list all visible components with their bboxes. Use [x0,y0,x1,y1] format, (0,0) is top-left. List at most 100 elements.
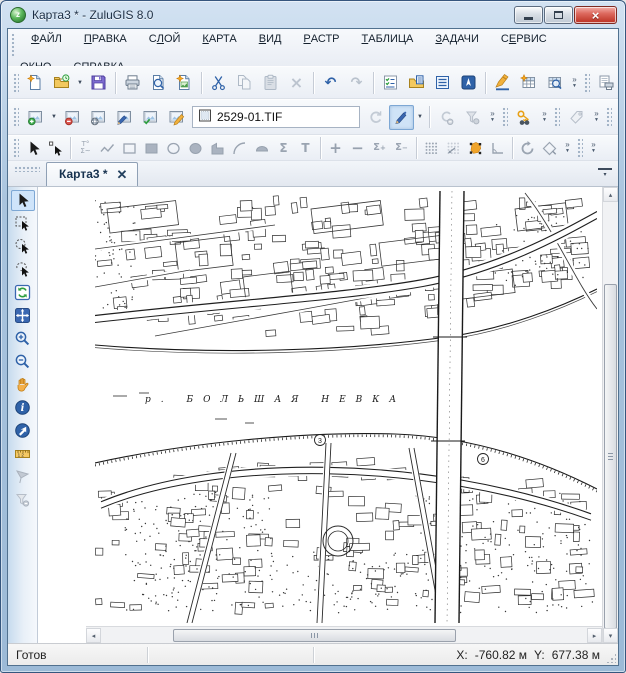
find-key-button[interactable] [512,105,537,130]
toolbar-grip[interactable] [577,137,583,159]
rotate-button[interactable] [517,138,538,159]
rect-outline-button[interactable] [119,138,140,159]
vertical-scroll-thumb[interactable] [604,284,617,629]
tab-close-icon[interactable]: ✕ [117,168,128,181]
link-rotate-button[interactable] [363,105,388,130]
toolbar-overflow-button[interactable]: »▼ [587,135,600,161]
window-resize-grip[interactable] [606,653,616,663]
sidebar-tool-select-lasso[interactable] [11,259,35,280]
sidebar-tool-pan-hand[interactable] [11,374,35,395]
tabbar-grip[interactable] [14,166,40,172]
minimize-button[interactable] [514,6,543,24]
scroll-up-arrow-icon[interactable]: ▴ [603,187,618,202]
edit-style-button[interactable] [490,70,515,95]
save-button[interactable] [86,70,111,95]
undo-button[interactable]: ↶ [318,70,343,95]
ellipse-filled-button[interactable] [185,138,206,159]
tab-karta3[interactable]: Карта3 * ✕ [46,162,138,186]
sidebar-tool-pointer[interactable] [11,190,35,211]
pointer-node-button[interactable] [45,138,66,159]
sidebar-tool-refresh[interactable] [11,282,35,303]
delete-button[interactable]: × [284,70,309,95]
menu-item-edit[interactable]: ПРАВКА [74,30,137,47]
horizontal-scroll-thumb[interactable] [173,629,456,642]
vertical-scrollbar[interactable]: ▴ ▾ [602,187,618,643]
print-preview-button[interactable] [146,70,171,95]
arc-button[interactable] [229,138,250,159]
plus-button[interactable]: + [325,138,346,159]
filter-node-button[interactable] [460,105,485,130]
open-project-button[interactable] [49,70,74,95]
print-button[interactable] [120,70,145,95]
menu-item-map[interactable]: КАРТА [192,30,246,47]
toolbar-overflow-button[interactable]: »▼ [561,135,574,161]
sidebar-tool-zoom-out[interactable] [11,351,35,372]
menubar-grip[interactable] [11,32,16,58]
tag-button[interactable] [564,105,589,130]
sidebar-tool-select-circle[interactable] [11,236,35,257]
sidebar-tool-info[interactable]: i [11,397,35,418]
layer-folder-button[interactable] [404,70,429,95]
sidebar-tool-fit-extent[interactable] [11,305,35,326]
grid-dots-button[interactable] [421,138,442,159]
maximize-button[interactable] [544,6,573,24]
pencil-button[interactable] [389,105,414,130]
raster-check-button[interactable] [138,105,163,130]
ellipse-outline-button[interactable] [163,138,184,159]
toolbar-grip[interactable] [584,72,590,94]
new-document-button[interactable] [23,70,48,95]
polygon-button[interactable] [207,138,228,159]
raster-map-image[interactable]: р. БОЛЬШАЯ НЕВКА 3 6 [95,191,597,623]
sector-button[interactable] [251,138,272,159]
raster-edit-button[interactable] [112,105,137,130]
toolbar-grip[interactable] [13,137,19,159]
menu-item-tasks[interactable]: ЗАДАЧИ [425,30,489,47]
paste-button[interactable] [258,70,283,95]
sidebar-tool-goto[interactable] [11,420,35,441]
pointer-button[interactable] [23,138,44,159]
minus-button[interactable]: − [347,138,368,159]
toolbar-grip[interactable] [13,72,19,94]
app-icon[interactable]: z [10,7,26,23]
sidebar-tool-filter-off[interactable] [11,489,35,510]
raster-properties-button[interactable] [86,105,111,130]
text-symbol-button[interactable]: T°Σ~ [75,138,96,159]
scroll-left-arrow-icon[interactable]: ◂ [86,628,101,643]
print-screen-button[interactable] [594,70,619,95]
menu-item-file[interactable]: ФАЙЛ [21,30,72,47]
sidebar-tool-measure-ruler[interactable]: 1 2 [11,443,35,464]
toolbar-grip[interactable] [554,106,560,128]
legend-button[interactable] [430,70,455,95]
polyline-button[interactable] [97,138,118,159]
open-project-dropdown[interactable]: ▼ [75,80,85,86]
redo-button[interactable]: ↷ [344,70,369,95]
toolbar-overflow-button[interactable]: »▼ [486,104,499,130]
toolbar-overflow-button[interactable]: »▼ [538,104,551,130]
table-search-button[interactable] [542,70,567,95]
cut-button[interactable] [206,70,231,95]
menu-item-view[interactable]: ВИД [249,30,292,47]
toolbar-overflow-button[interactable]: »▼ [590,104,603,130]
task-list-button[interactable] [378,70,403,95]
new-table-button[interactable] [516,70,541,95]
menu-item-service[interactable]: СЕРВИС [491,30,557,47]
angle-button[interactable] [487,138,508,159]
text-button[interactable]: T [295,138,316,159]
raster-file-combobox[interactable]: 2529-01.TIF [192,106,360,128]
sidebar-tool-zoom-in[interactable] [11,328,35,349]
sidebar-tool-select-rect[interactable] [11,213,35,234]
shape-circle-button[interactable] [616,105,619,130]
sigma-plus-button[interactable]: Σ+ [369,138,390,159]
raster-add-dropdown[interactable]: ▼ [49,114,59,120]
horizontal-scrollbar[interactable]: ◂ ▸ [86,626,602,643]
menu-item-raster[interactable]: РАСТР [293,30,349,47]
sigma-button[interactable]: Σ [273,138,294,159]
toolbar-grip[interactable] [502,106,508,128]
map-canvas[interactable]: р. БОЛЬШАЯ НЕВКА 3 6 ◂ ▸ [38,187,602,643]
title-bar[interactable]: z Карта3 * - ZuluGIS 8.0 × [1,1,625,28]
rect-filled-button[interactable] [141,138,162,159]
tabbar-menu-button[interactable]: ▾ [598,168,612,178]
reshape-button[interactable] [539,138,560,159]
raster-remove-button[interactable] [60,105,85,130]
select-area-button[interactable] [465,138,486,159]
